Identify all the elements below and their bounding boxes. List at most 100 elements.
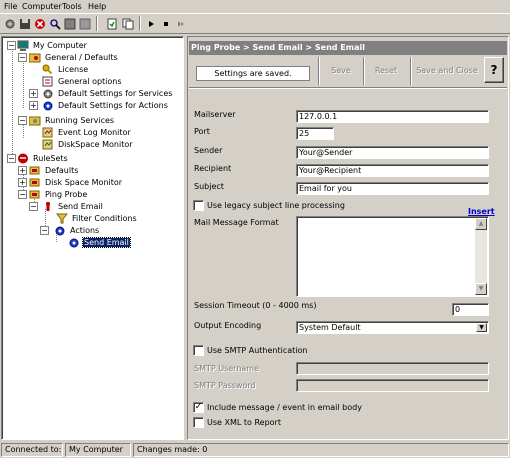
menu-bar: File Computer Tools Help <box>0 0 510 13</box>
tree-item-running-services[interactable]: Running Services <box>28 115 115 126</box>
collapse-toggle[interactable]: − <box>7 154 16 163</box>
status-bar: Connected to: My Computer Changes made: … <box>0 442 510 458</box>
tree-item-rulesets[interactable]: RuleSets <box>17 153 69 164</box>
settings-panel: Ping Probe > Send Email > Send Email Set… <box>187 36 509 440</box>
menu-computer[interactable]: Computer <box>22 2 62 11</box>
subject-field[interactable]: Email for you <box>296 182 489 195</box>
sender-label: Sender <box>194 146 223 155</box>
output-encoding-value: System Default <box>299 323 361 332</box>
subject-label: Subject <box>194 182 224 191</box>
tree-item-general-defaults[interactable]: General / Defaults <box>28 52 119 63</box>
delete-icon[interactable] <box>32 16 47 31</box>
copy-icon[interactable] <box>120 16 135 31</box>
tree-item-filter-conditions[interactable]: Filter Conditions <box>55 213 138 224</box>
sender-field[interactable]: Your@Sender <box>296 146 489 159</box>
expand-toggle[interactable]: + <box>29 89 38 98</box>
grid-icon[interactable] <box>77 16 92 31</box>
menu-help[interactable]: Help <box>88 2 106 11</box>
search-icon[interactable] <box>47 16 62 31</box>
smtp-password-field[interactable] <box>296 379 489 392</box>
tree-label: DiskSpace Monitor <box>58 140 133 149</box>
collapse-toggle[interactable]: − <box>18 190 27 199</box>
gear-icon[interactable] <box>2 16 17 31</box>
vertical-scrollbar[interactable]: ▲ ▼ <box>475 218 487 295</box>
options-icon <box>42 76 54 87</box>
include-message-checkbox[interactable]: ✓ <box>193 402 204 413</box>
tree-label: RuleSets <box>33 154 68 163</box>
stop-icon[interactable] <box>62 16 77 31</box>
tree-connector <box>23 61 24 108</box>
tree-label: Disk Space Monitor <box>45 178 123 187</box>
expand-toggle[interactable]: + <box>29 101 38 110</box>
legacy-subject-checkbox[interactable] <box>193 200 204 211</box>
collapse-toggle[interactable]: − <box>7 41 16 50</box>
ruleset-icon <box>29 189 41 200</box>
tree-label: General options <box>58 77 122 86</box>
expand-toggle[interactable]: + <box>18 178 27 187</box>
save-button[interactable]: Save <box>322 57 360 85</box>
tree-item-general-options[interactable]: General options <box>42 76 123 87</box>
tree-item-send-email-action[interactable]: Send Email <box>68 237 131 248</box>
smtp-auth-checkbox[interactable] <box>193 345 204 356</box>
toolbar <box>0 13 510 34</box>
stop-small-icon[interactable] <box>158 16 173 31</box>
collapse-toggle[interactable]: − <box>40 226 49 235</box>
menu-file[interactable]: File <box>4 2 17 11</box>
scroll-down-icon[interactable]: ▼ <box>475 283 487 295</box>
tree-label: Filter Conditions <box>72 214 137 223</box>
smtp-username-field[interactable] <box>296 362 489 375</box>
rule-icon <box>42 201 54 212</box>
connected-value: My Computer <box>65 443 131 457</box>
play-icon[interactable] <box>143 16 158 31</box>
tree-item-event-log-monitor[interactable]: Event Log Monitor <box>42 127 132 138</box>
refresh-icon[interactable] <box>104 16 119 31</box>
scroll-up-icon[interactable]: ▲ <box>475 218 487 230</box>
tree-item-default-services[interactable]: Default Settings for Services <box>42 88 173 99</box>
tree-label: Running Services <box>45 116 115 125</box>
tree-label: Send Email <box>58 202 103 211</box>
insert-link[interactable]: Insert <box>468 207 495 216</box>
output-encoding-select[interactable]: System Default ▼ <box>296 321 489 334</box>
legacy-subject-label: Use legacy subject line processing <box>207 201 345 210</box>
save-icon[interactable] <box>17 16 32 31</box>
tree-item-disk-space-monitor[interactable]: Disk Space Monitor <box>29 177 123 188</box>
tree-item-default-actions[interactable]: Default Settings for Actions <box>42 100 169 111</box>
monitor-icon <box>42 127 54 138</box>
tree-item-my-computer[interactable]: My Computer <box>17 40 88 51</box>
chevron-down-icon[interactable]: ▼ <box>476 323 487 332</box>
menu-tools[interactable]: Tools <box>62 2 82 11</box>
changes-status: Changes made: 0 <box>133 443 509 457</box>
xml-report-checkbox[interactable] <box>193 417 204 428</box>
smtp-password-label: SMTP Password <box>194 381 256 390</box>
recipient-field[interactable]: Your@Recipient <box>296 164 489 177</box>
tree-item-diskspace-monitor[interactable]: DiskSpace Monitor <box>42 139 134 150</box>
running-services-icon <box>28 115 41 126</box>
session-timeout-field[interactable]: 0 <box>452 303 489 316</box>
tree-label: Default Settings for Services <box>58 89 173 98</box>
port-field[interactable]: 25 <box>296 127 334 140</box>
include-message-label: Include message / event in email body <box>207 403 362 412</box>
tree-item-defaults[interactable]: Defaults <box>29 165 79 176</box>
tree-view[interactable]: − My Computer − General / Defaults Licen… <box>1 36 184 440</box>
reset-button[interactable]: Reset <box>367 57 405 85</box>
collapse-toggle[interactable]: − <box>18 53 27 62</box>
tree-item-license[interactable]: License <box>42 64 89 75</box>
pause-icon[interactable] <box>173 16 188 31</box>
filter-icon <box>55 213 69 224</box>
mail-format-textarea[interactable]: ▲ ▼ <box>296 216 489 297</box>
tree-item-send-email-rule[interactable]: Send Email <box>42 201 104 212</box>
tree-item-actions[interactable]: Actions <box>54 225 100 236</box>
expand-toggle[interactable]: + <box>18 166 27 175</box>
save-and-close-button[interactable]: Save and Close <box>414 57 480 85</box>
collapse-toggle[interactable]: − <box>29 202 38 211</box>
collapse-toggle[interactable]: − <box>18 116 27 125</box>
tree-label: Defaults <box>45 166 79 175</box>
tree-label: Event Log Monitor <box>58 128 131 137</box>
toolbar-separator <box>96 16 98 31</box>
help-button[interactable]: ? <box>484 57 504 83</box>
tree-item-ping-probe[interactable]: Ping Probe <box>29 189 88 200</box>
tree-label: Send Email <box>82 237 131 248</box>
tree-connector <box>12 48 13 162</box>
mailserver-field[interactable]: 127.0.0.1 <box>296 110 489 123</box>
computer-icon <box>17 40 29 51</box>
